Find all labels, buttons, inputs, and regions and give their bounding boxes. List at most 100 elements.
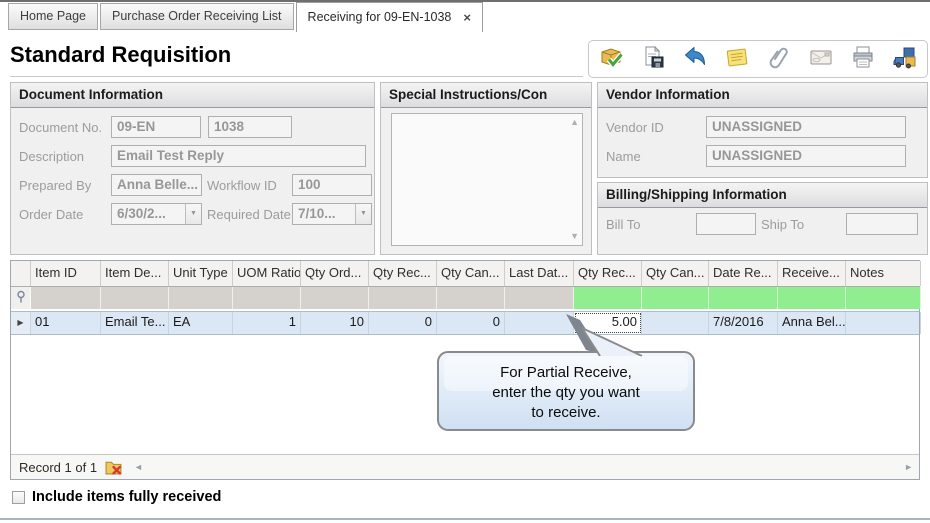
column-header-uom-ratio[interactable]: UOM Ratio <box>233 261 301 286</box>
ship-to-label: Ship To <box>761 217 804 232</box>
grid-cell-qty-cancel-now[interactable] <box>642 312 709 334</box>
filter-cell-qty-ordered[interactable] <box>301 287 369 309</box>
grid-cell-qty-receive-now[interactable]: 5.00 <box>574 312 642 334</box>
tab-close-icon[interactable]: × <box>463 11 471 24</box>
grid-cell-notes[interactable] <box>846 312 921 334</box>
tab-home-page[interactable]: Home Page <box>8 3 98 30</box>
save-button[interactable] <box>639 44 667 74</box>
filter-cell-date-received[interactable] <box>709 287 778 309</box>
document-information-title: Document Information <box>11 83 374 108</box>
grid-cell-uom-ratio[interactable]: 1 <box>233 312 301 334</box>
order-date-dropdown-icon[interactable]: ▼ <box>185 204 201 224</box>
filter-cell-unit-type[interactable] <box>169 287 233 309</box>
column-header-unit-type[interactable]: Unit Type <box>169 261 233 286</box>
special-instructions-title: Special Instructions/Con <box>381 83 591 108</box>
vendor-name-field[interactable]: UNASSIGNED <box>706 145 906 167</box>
include-items-row: Include items fully received <box>12 489 221 505</box>
filter-cell-qty-receive-now[interactable] <box>574 287 642 309</box>
receive-button[interactable] <box>597 44 625 74</box>
row-indicator[interactable]: ▶ <box>11 312 31 334</box>
vendor-name-label: Name <box>606 149 641 164</box>
include-items-checkbox[interactable] <box>12 491 25 504</box>
hscroll-left-icon[interactable]: ◄ <box>134 462 143 472</box>
receive-icon <box>598 44 624 75</box>
grid-filter-row <box>11 287 919 309</box>
print-button[interactable] <box>849 44 877 74</box>
attachment-icon <box>766 44 792 75</box>
document-no-prefix-field[interactable]: 09-EN <box>111 116 201 138</box>
column-header-qty-cancel-now[interactable]: Qty Can... <box>642 261 709 286</box>
column-header-notes[interactable]: Notes <box>846 261 921 286</box>
workflow-id-label: Workflow ID <box>207 178 277 193</box>
prepared-by-field[interactable]: Anna Belle... <box>111 174 202 196</box>
filter-cell-qty-received[interactable] <box>369 287 437 309</box>
filter-cell-qty-cancelled[interactable] <box>437 287 505 309</box>
grid-cell-last-date[interactable] <box>505 312 574 334</box>
filter-cell-last-date[interactable] <box>505 287 574 309</box>
page-title: Standard Requisition <box>10 42 231 68</box>
grid-cell-unit-type[interactable]: EA <box>169 312 233 334</box>
column-header-qty-received[interactable]: Qty Rec... <box>369 261 437 286</box>
required-date-label: Required Date <box>207 207 291 222</box>
grid-cell-qty-received[interactable]: 0 <box>369 312 437 334</box>
order-date-field[interactable]: 6/30/2... ▼ <box>111 203 202 225</box>
column-header-qty-ordered[interactable]: Qty Ord... <box>301 261 369 286</box>
filter-cell-received-by[interactable] <box>778 287 846 309</box>
scroll-down-icon[interactable]: ▼ <box>570 232 579 241</box>
column-header-qty-cancelled[interactable]: Qty Can... <box>437 261 505 286</box>
filter-row-indicator[interactable] <box>11 287 31 309</box>
table-row: ▶01Email Te...EA110005.007/8/2016Anna Be… <box>11 311 919 335</box>
attachment-button[interactable] <box>765 44 793 74</box>
undo-icon <box>682 44 708 75</box>
column-header-item-id[interactable]: Item ID <box>31 261 101 286</box>
print-icon <box>850 44 876 75</box>
vendor-information-title: Vendor Information <box>598 83 927 108</box>
document-information-panel: Document Information Document No. 09-EN … <box>10 82 375 255</box>
toolbar <box>588 40 928 78</box>
workflow-id-field[interactable]: 100 <box>292 174 372 196</box>
column-header-last-date[interactable]: Last Dat... <box>505 261 574 286</box>
hscroll-right-icon[interactable]: ► <box>904 462 913 472</box>
grid-cell-date-received[interactable]: 7/8/2016 <box>709 312 778 334</box>
order-date-value: 6/30/2... <box>117 206 166 221</box>
email-button[interactable] <box>807 44 835 74</box>
tab-receiving[interactable]: Receiving for 09-EN-1038 × <box>296 2 483 32</box>
grid-cell-qty-ordered[interactable]: 10 <box>301 312 369 334</box>
column-header-received-by[interactable]: Receive... <box>778 261 846 286</box>
ship-to-field[interactable] <box>846 213 918 235</box>
save-icon <box>640 44 666 75</box>
vendor-id-field[interactable]: UNASSIGNED <box>706 116 906 138</box>
filter-cell-item-description[interactable] <box>101 287 169 309</box>
tab-receiving-label: Receiving for 09-EN-1038 <box>308 3 452 32</box>
description-field[interactable]: Email Test Reply <box>111 145 366 167</box>
billing-shipping-title: Billing/Shipping Information <box>598 183 927 208</box>
grid-cell-item-id[interactable]: 01 <box>31 312 101 334</box>
column-header-item-description[interactable]: Item De... <box>101 261 169 286</box>
filter-cell-item-id[interactable] <box>31 287 101 309</box>
transfer-button[interactable] <box>891 44 919 74</box>
scroll-up-icon[interactable]: ▲ <box>570 118 579 127</box>
end-edit-icon[interactable] <box>105 459 122 475</box>
filter-cell-notes[interactable] <box>846 287 921 309</box>
required-date-dropdown-icon[interactable]: ▼ <box>355 204 371 224</box>
description-label: Description <box>19 149 84 164</box>
grid-cell-item-description[interactable]: Email Te... <box>101 312 169 334</box>
bill-to-field[interactable] <box>696 213 756 235</box>
filter-cell-uom-ratio[interactable] <box>233 287 301 309</box>
column-header-date-received[interactable]: Date Re... <box>709 261 778 286</box>
special-instructions-input[interactable]: ▲ ▼ <box>391 113 583 246</box>
grid-cell-qty-cancelled[interactable]: 0 <box>437 312 505 334</box>
record-count: Record 1 of 1 <box>19 460 97 475</box>
tab-purchase-order-receiving-list[interactable]: Purchase Order Receiving List <box>100 3 294 30</box>
column-header-qty-receive-now[interactable]: Qty Rec... <box>574 261 642 286</box>
filter-cell-qty-cancel-now[interactable] <box>642 287 709 309</box>
grid-header-row: Item IDItem De...Unit TypeUOM RatioQty O… <box>11 261 919 287</box>
vendor-id-label: Vendor ID <box>606 120 664 135</box>
grid-cell-received-by[interactable]: Anna Bel... <box>778 312 846 334</box>
notes-button[interactable] <box>723 44 751 74</box>
required-date-field[interactable]: 7/10... ▼ <box>292 203 372 225</box>
include-items-label: Include items fully received <box>32 489 221 505</box>
vendor-information-panel: Vendor Information Vendor ID UNASSIGNED … <box>597 82 928 178</box>
undo-button[interactable] <box>681 44 709 74</box>
document-no-number-field[interactable]: 1038 <box>208 116 292 138</box>
